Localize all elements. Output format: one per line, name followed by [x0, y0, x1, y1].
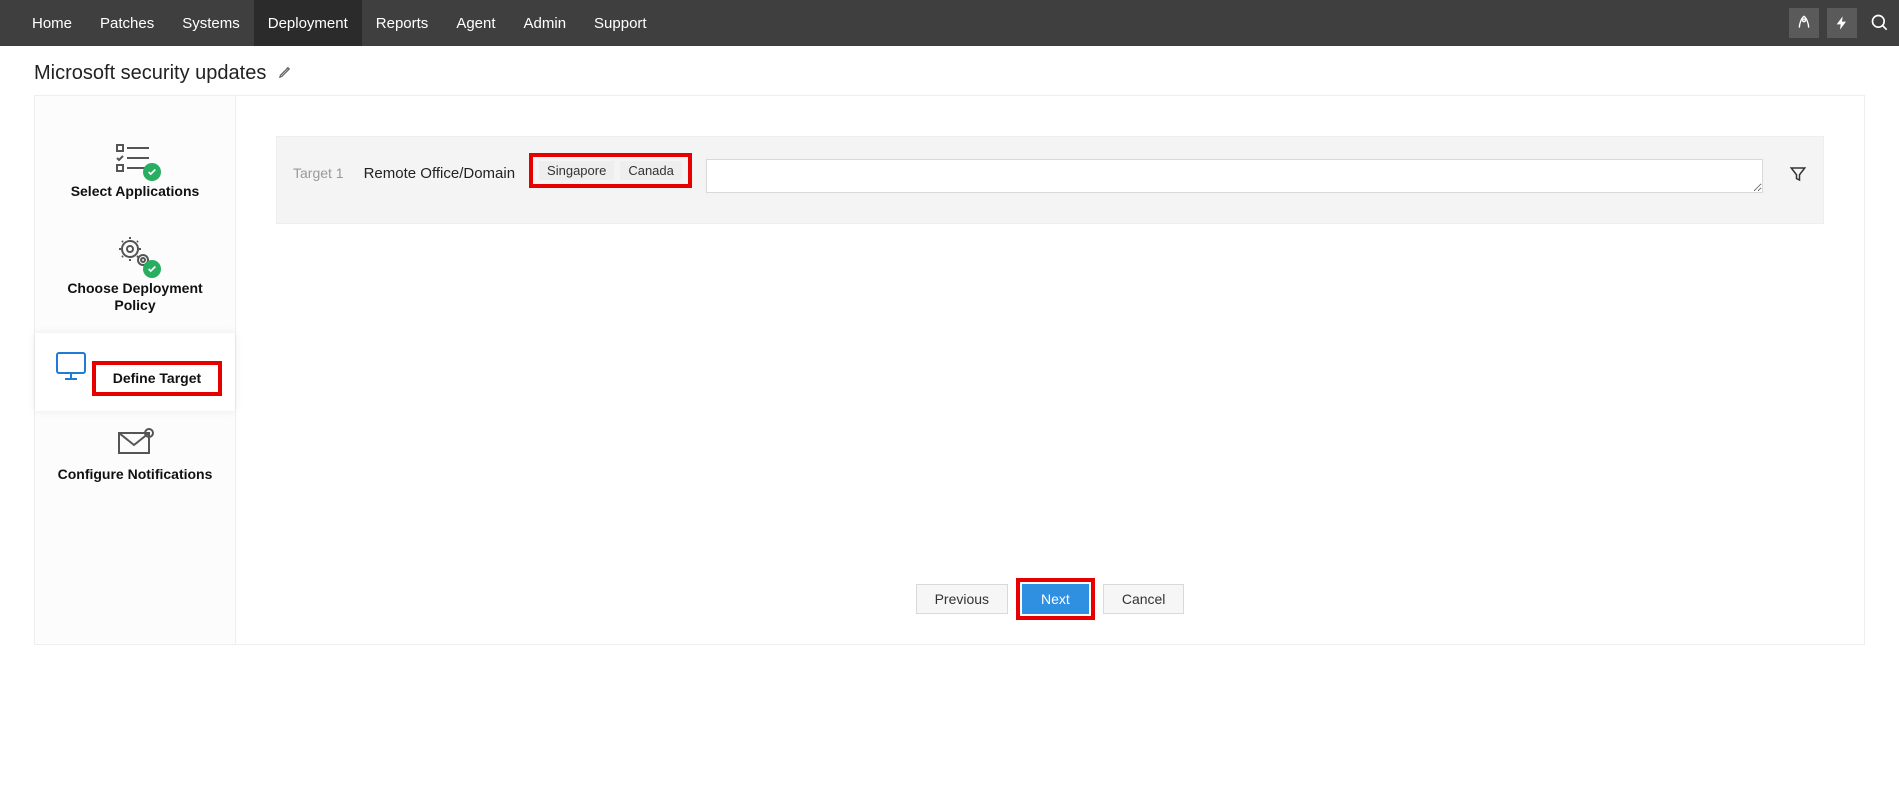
step-label: Select Applications — [45, 183, 225, 201]
check-badge-icon — [143, 163, 161, 181]
wizard-container: Select Applications Choose Deployment Po… — [34, 95, 1865, 645]
nav-admin[interactable]: Admin — [510, 0, 581, 46]
search-icon[interactable] — [1865, 8, 1895, 38]
nav-support[interactable]: Support — [580, 0, 661, 46]
bolt-icon[interactable] — [1827, 8, 1857, 38]
wizard-steps: Select Applications Choose Deployment Po… — [35, 96, 235, 644]
target-field-label: Remote Office/Domain — [364, 159, 515, 182]
target-input[interactable] — [706, 159, 1763, 193]
page-title: Microsoft security updates — [34, 62, 266, 85]
target-chips-highlight: Singapore Canada — [535, 159, 686, 182]
target-row: Target 1 Remote Office/Domain Singapore … — [276, 136, 1824, 224]
cancel-button[interactable]: Cancel — [1103, 584, 1185, 614]
step-configure-notifications[interactable]: Configure Notifications — [35, 411, 235, 502]
check-badge-icon — [143, 260, 161, 278]
target-chip[interactable]: Canada — [620, 161, 682, 180]
nav-deployment[interactable]: Deployment — [254, 0, 362, 46]
wizard-buttons: Previous Next Cancel — [276, 570, 1824, 624]
step-label: Choose Deployment Policy — [45, 280, 225, 315]
wizard-panel: Target 1 Remote Office/Domain Singapore … — [235, 96, 1864, 644]
step-define-target[interactable]: Define Target — [35, 333, 235, 412]
target-chip[interactable]: Singapore — [539, 161, 614, 180]
nav-agent[interactable]: Agent — [442, 0, 509, 46]
step-label: Configure Notifications — [45, 466, 225, 484]
monitor-icon — [51, 349, 91, 386]
nav-home[interactable]: Home — [18, 0, 86, 46]
target-index-label: Target 1 — [293, 159, 344, 181]
filter-icon[interactable] — [1783, 159, 1807, 186]
page-title-row: Microsoft security updates — [0, 46, 1899, 95]
step-select-applications[interactable]: Select Applications — [35, 126, 235, 219]
nav-patches[interactable]: Patches — [86, 0, 168, 46]
nav-systems[interactable]: Systems — [168, 0, 254, 46]
mail-icon — [115, 427, 155, 460]
gear-icon — [115, 235, 155, 274]
step-choose-deployment-policy[interactable]: Choose Deployment Policy — [35, 219, 235, 333]
list-icon — [115, 142, 155, 177]
edit-title-icon[interactable] — [278, 62, 293, 85]
previous-button[interactable]: Previous — [916, 584, 1008, 614]
nav-reports[interactable]: Reports — [362, 0, 443, 46]
next-button-highlight: Next — [1022, 584, 1089, 614]
step-label: Define Target — [95, 364, 219, 394]
rocket-icon[interactable] — [1789, 8, 1819, 38]
next-button[interactable]: Next — [1022, 584, 1089, 614]
top-nav: Home Patches Systems Deployment Reports … — [0, 0, 1899, 46]
